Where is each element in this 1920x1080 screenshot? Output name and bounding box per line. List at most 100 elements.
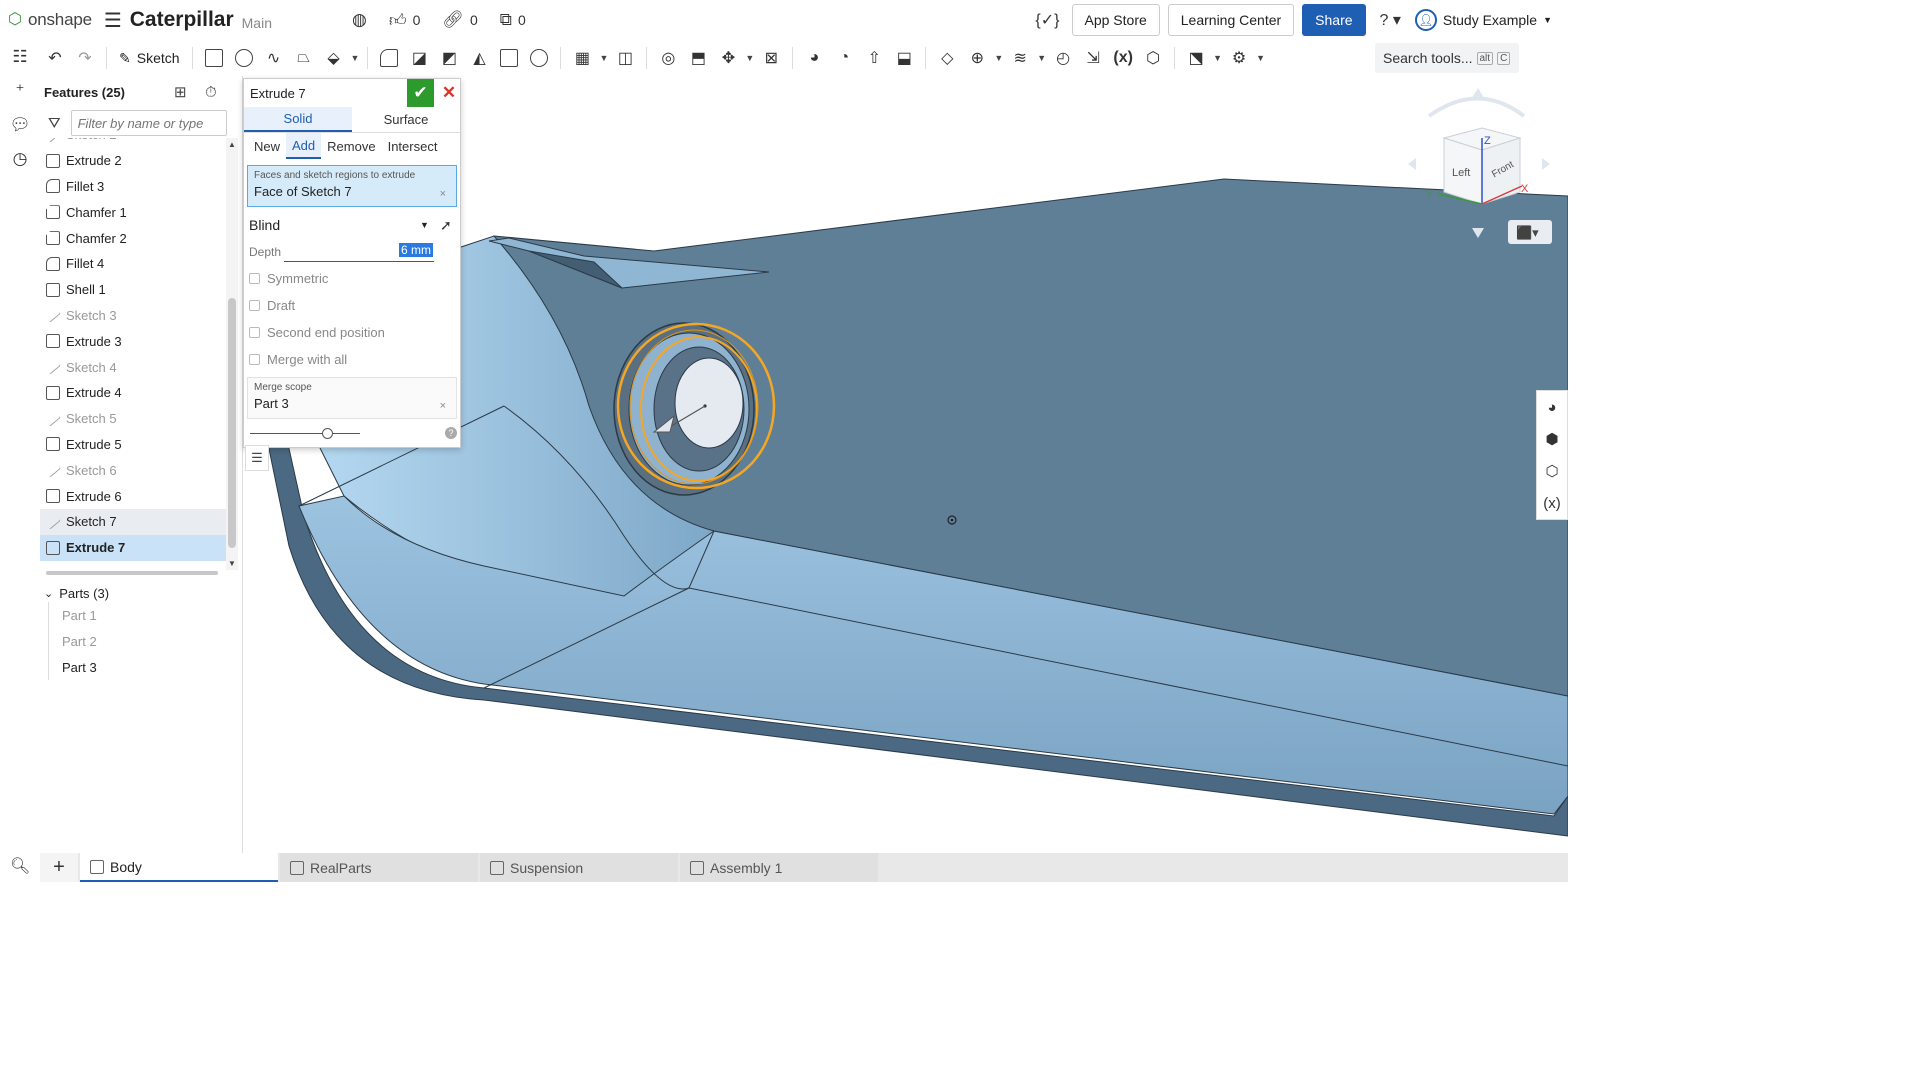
operation-add[interactable]: Add: [286, 133, 322, 159]
cubes-icon[interactable]: ⬡: [1138, 43, 1168, 73]
thicken-icon[interactable]: ⬙: [319, 43, 349, 73]
operation-intersect[interactable]: Intersect: [382, 133, 444, 159]
flip-direction-icon[interactable]: ➚: [440, 217, 452, 234]
depth-value[interactable]: 6 mm: [399, 243, 433, 257]
shell-icon[interactable]: [494, 43, 524, 73]
extrude-icon[interactable]: [199, 43, 229, 73]
learning-center-button[interactable]: Learning Center: [1167, 4, 1295, 36]
tab-solid[interactable]: Solid: [244, 107, 352, 132]
feature-list-icon[interactable]: ☷: [0, 40, 40, 74]
filter-icon[interactable]: ⛛: [48, 115, 61, 132]
sweep-icon[interactable]: ∿: [259, 43, 289, 73]
feature-item[interactable]: Extrude 2: [40, 148, 226, 174]
rollback-timer-icon[interactable]: ⏱: [205, 84, 217, 101]
search-view-icon[interactable]: 🔍︎: [10, 856, 30, 876]
feature-item[interactable]: Chamfer 2: [40, 225, 226, 251]
links-button[interactable]: 🔗︎ 0: [442, 10, 477, 30]
scrollbar-thumb[interactable]: [228, 298, 236, 548]
comments-icon[interactable]: 💬︎: [0, 108, 40, 142]
depth-field[interactable]: Depth 6 mm: [244, 239, 460, 265]
scroll-up-icon[interactable]: ▲: [228, 140, 236, 149]
feature-item[interactable]: Extrude 5: [40, 432, 226, 458]
feature-item[interactable]: Extrude 6: [40, 483, 226, 509]
chevron-down-icon[interactable]: ▼: [1213, 53, 1222, 63]
variables-icon[interactable]: {✓}: [1035, 10, 1059, 30]
measure-icon[interactable]: ◴: [1048, 43, 1078, 73]
add-tab-button[interactable]: +: [40, 853, 78, 882]
feature-item[interactable]: Extrude 3: [40, 328, 226, 354]
feature-item[interactable]: Fillet 4: [40, 251, 226, 277]
feature-item[interactable]: Shell 1: [40, 277, 226, 303]
end-type-select[interactable]: Blind ▼ ➚: [244, 211, 460, 239]
hole-icon[interactable]: [524, 43, 554, 73]
feature-list-scrollbar[interactable]: ▲ ▼: [226, 138, 238, 570]
checkbox[interactable]: [249, 273, 260, 284]
part-item[interactable]: Part 3: [49, 654, 97, 680]
delete-part-icon[interactable]: ⊠: [756, 43, 786, 73]
chevron-down-icon[interactable]: ▼: [351, 53, 360, 63]
feature-item[interactable]: Sketch 2: [40, 138, 226, 148]
appearance-icon[interactable]: ◕: [1537, 391, 1567, 423]
like-button[interactable]: 👍︎ 0: [389, 10, 421, 31]
feature-list-toggle-icon[interactable]: ☰: [245, 445, 269, 471]
checkbox[interactable]: [249, 327, 260, 338]
delete-face-icon[interactable]: ◔: [829, 43, 859, 73]
preview-slider-knob[interactable]: [322, 428, 333, 439]
scroll-down-icon[interactable]: ▼: [228, 559, 236, 568]
mass-properties-icon[interactable]: ⬡: [1537, 455, 1567, 487]
mirror-icon[interactable]: ◫: [610, 43, 640, 73]
tab-body[interactable]: Body: [80, 853, 278, 882]
feature-filter-input[interactable]: [70, 110, 227, 136]
checkbox[interactable]: [249, 300, 260, 311]
chevron-down-icon[interactable]: ▼: [1256, 53, 1265, 63]
modify-fillet-icon[interactable]: ◕: [799, 43, 829, 73]
help-icon[interactable]: ? ▾: [1380, 10, 1401, 30]
tab-surface[interactable]: Surface: [352, 107, 460, 132]
pattern-icon[interactable]: ▦: [567, 43, 597, 73]
chamfer-icon[interactable]: ◪: [404, 43, 434, 73]
chevron-down-icon[interactable]: ▼: [745, 53, 754, 63]
menu-icon[interactable]: ☰: [104, 8, 122, 33]
feature-item[interactable]: Sketch 6: [40, 457, 226, 483]
feature-item[interactable]: Extrude 4: [40, 380, 226, 406]
share-button[interactable]: Share: [1302, 4, 1366, 36]
rib-icon[interactable]: ◭: [464, 43, 494, 73]
feature-item[interactable]: Fillet 3: [40, 174, 226, 200]
transform-icon[interactable]: ✥: [713, 43, 743, 73]
tab-suspension[interactable]: Suspension: [480, 853, 678, 882]
document-title[interactable]: Caterpillar: [130, 8, 234, 32]
mate-connector-icon[interactable]: ⊕: [962, 43, 992, 73]
operation-remove[interactable]: Remove: [321, 133, 381, 159]
feature-item[interactable]: Sketch 5: [40, 406, 226, 432]
revolve-icon[interactable]: [229, 43, 259, 73]
redo-icon[interactable]: ↷: [70, 43, 100, 73]
merge-scope-box[interactable]: Merge scope Part 3 ×: [247, 377, 457, 419]
feature-item[interactable]: Chamfer 1: [40, 199, 226, 225]
checkbox-row[interactable]: Merge with all: [244, 346, 460, 373]
feature-item[interactable]: Sketch 4: [40, 354, 226, 380]
chevron-down-icon[interactable]: ▼: [1037, 53, 1046, 63]
part-item[interactable]: Part 1: [49, 602, 97, 628]
split-icon[interactable]: ⬒: [683, 43, 713, 73]
configurations-icon[interactable]: (x): [1537, 487, 1567, 519]
parts-properties-icon[interactable]: ⬢: [1537, 423, 1567, 455]
settings-gear-icon[interactable]: ⚙: [1224, 43, 1254, 73]
tab-realparts[interactable]: RealParts: [280, 853, 478, 882]
operation-new[interactable]: New: [248, 133, 286, 159]
cancel-close-icon[interactable]: ✕: [439, 79, 459, 107]
chevron-down-icon[interactable]: ▼: [994, 53, 1003, 63]
tab-assembly-1[interactable]: Assembly 1: [680, 853, 878, 882]
horizontal-scrollbar[interactable]: [46, 571, 218, 575]
sheet-metal-icon[interactable]: ⬔: [1181, 43, 1211, 73]
feature-item[interactable]: Extrude 7: [40, 534, 226, 561]
public-globe-icon[interactable]: ◍: [352, 10, 367, 30]
workspace-name[interactable]: Main: [242, 15, 272, 31]
variable-icon[interactable]: (x): [1108, 43, 1138, 73]
fillet-icon[interactable]: [374, 43, 404, 73]
add-folder-icon[interactable]: ⊞: [174, 83, 187, 101]
checkbox-row[interactable]: Draft: [244, 292, 460, 319]
onshape-logo[interactable]: ⬡ onshape: [6, 10, 92, 30]
accept-checkmark-icon[interactable]: ✔: [407, 79, 434, 107]
chevron-down-icon[interactable]: ▼: [599, 53, 608, 63]
copies-button[interactable]: ⧉ 0: [500, 10, 526, 30]
